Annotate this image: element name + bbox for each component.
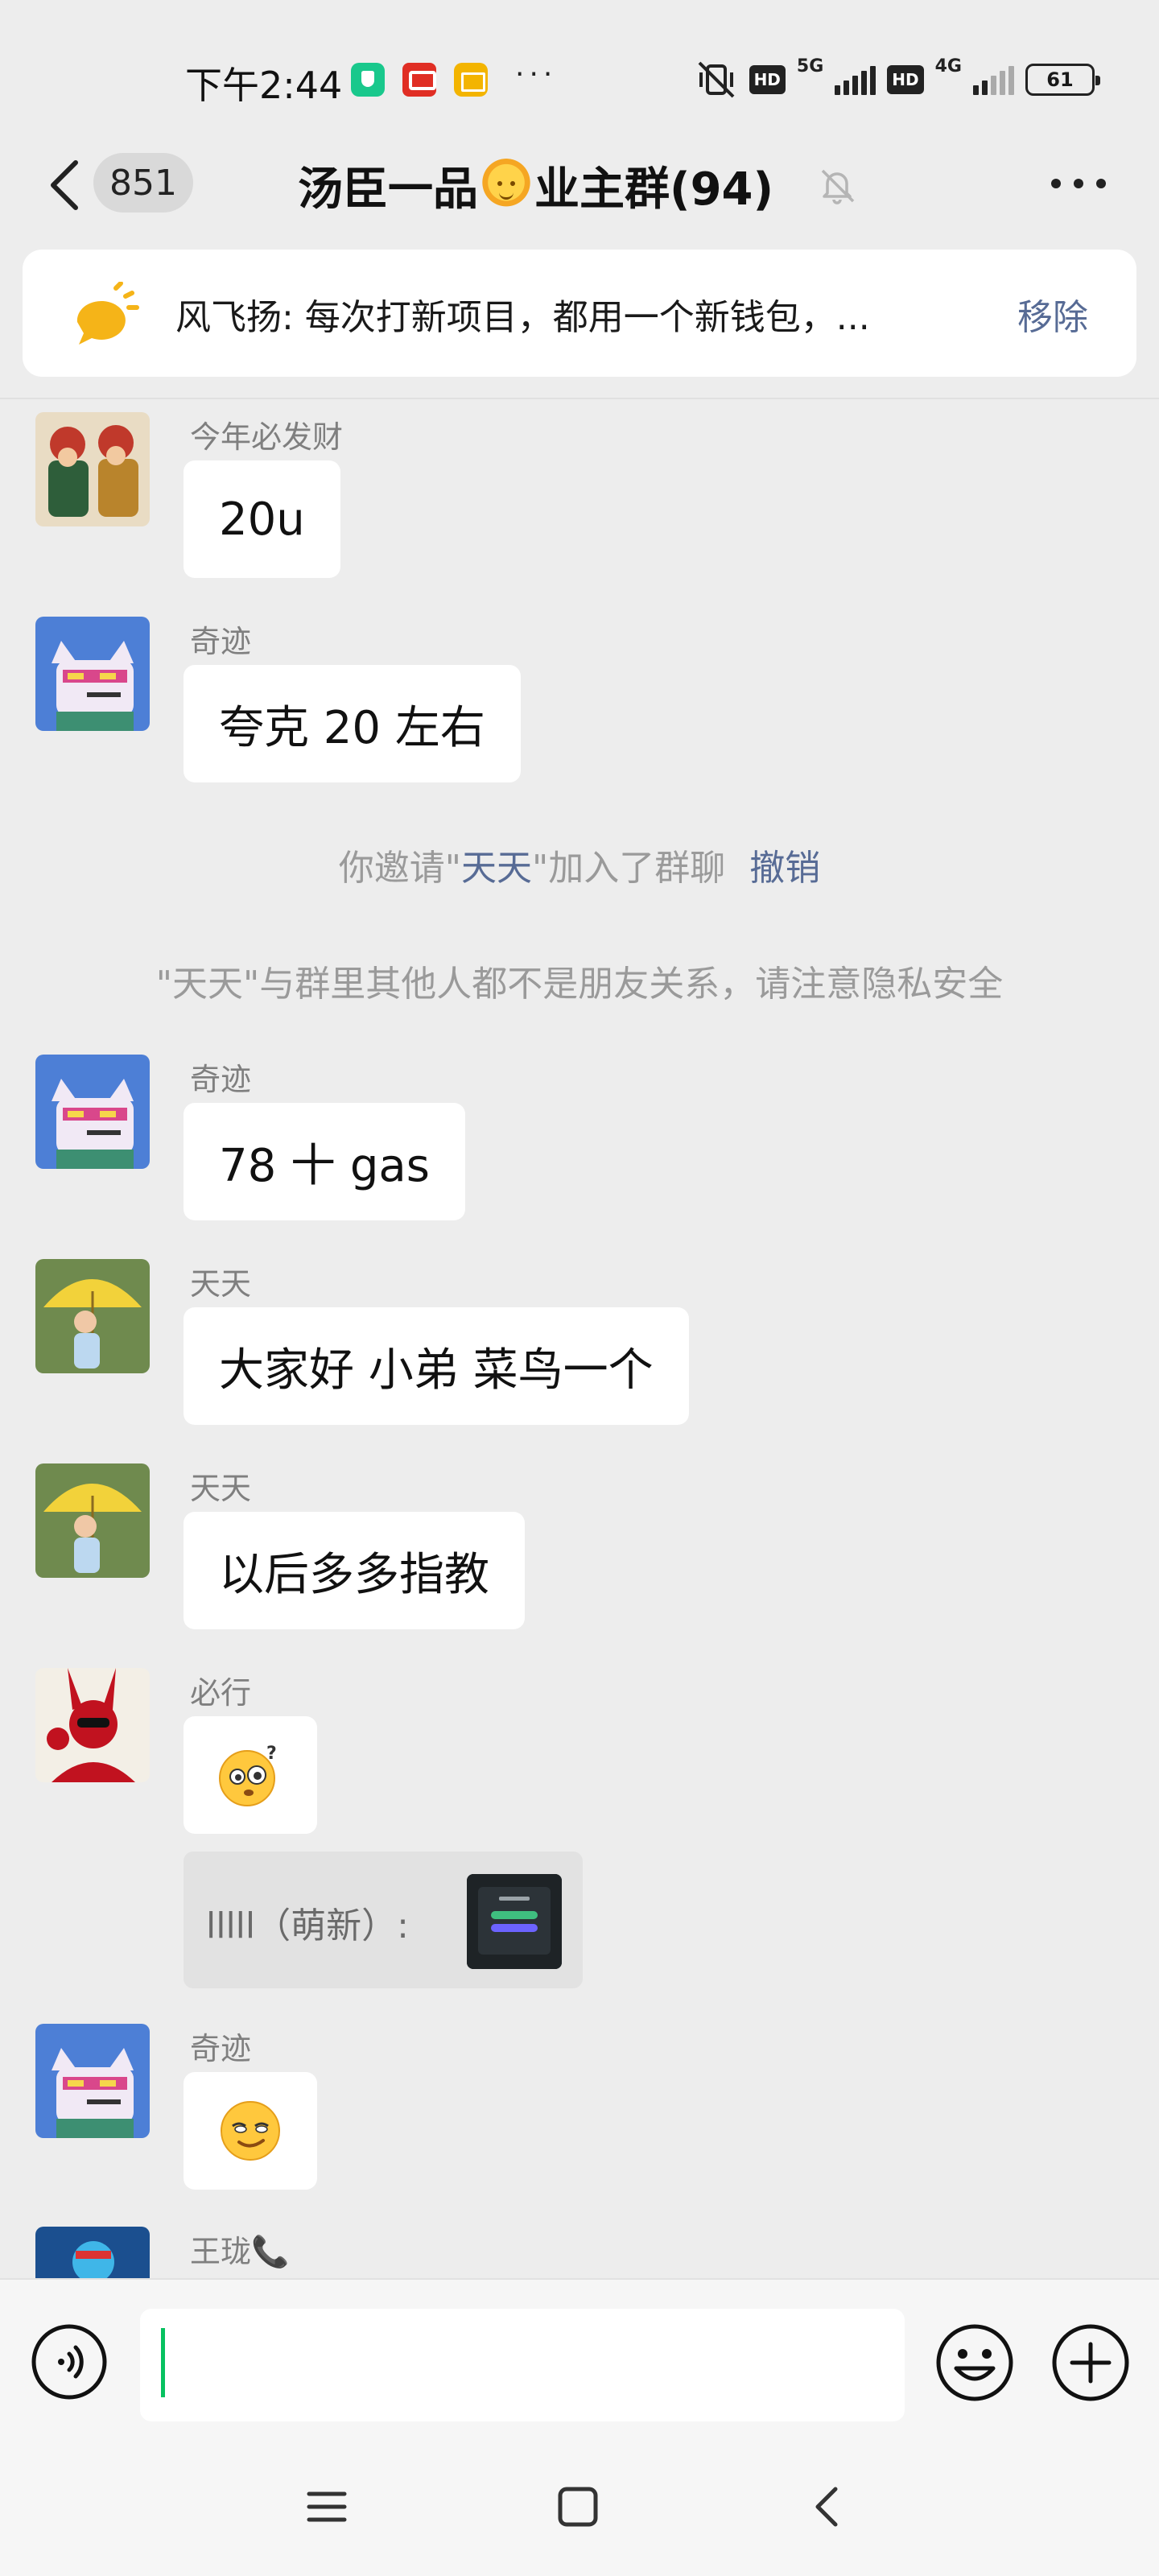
quoted-message-card[interactable]: lllll（萌新）:	[184, 1852, 583, 1988]
more-options-icon[interactable]	[1046, 167, 1111, 200]
privacy-notice: "天天"与群里其他人都不是朋友关系，请注意隐私安全	[155, 964, 1004, 1005]
avatar-umbrella-girl[interactable]	[35, 1259, 150, 1373]
mail-app-icon	[454, 63, 488, 97]
sender-name: 今年必发财	[190, 419, 344, 455]
status-time: 下午2:44	[185, 64, 343, 107]
message-text-field[interactable]	[140, 2309, 905, 2421]
message-bubble[interactable]: 大家好 小弟 菜鸟一个	[184, 1307, 689, 1425]
message-bubble[interactable]: 20u	[184, 460, 340, 578]
message-row: 王珑📞	[0, 2227, 1159, 2278]
hd-badge: HD	[749, 65, 786, 94]
sender-name: 必行	[190, 1675, 252, 1711]
chat-title[interactable]: 汤臣一品 业主群(94)	[298, 153, 773, 217]
avatar-pixel-cat[interactable]	[35, 1055, 150, 1169]
voice-input-icon[interactable]	[31, 2323, 108, 2401]
message-bubble[interactable]: 78 十 gas	[184, 1103, 465, 1220]
recent-apps-menu-icon[interactable]	[304, 2484, 349, 2529]
invited-member-link[interactable]: 天天	[461, 848, 532, 889]
message-bubble[interactable]: 夸克 20 左右	[184, 665, 521, 782]
sender-name: 奇迹	[190, 624, 252, 659]
back-icon[interactable]	[40, 153, 89, 217]
hd-badge-2: HD	[887, 65, 924, 94]
chat-title-part1: 汤臣一品	[298, 163, 478, 216]
chat-header: 851 汤臣一品 业主群(94)	[0, 145, 1159, 242]
battery-icon: 61	[1025, 64, 1100, 96]
avatar-umbrella-girl[interactable]	[35, 1463, 150, 1578]
sender-name: 王珑📞	[190, 2234, 290, 2269]
pinned-message-text: 风飞扬: 每次打新项目，都用一个新钱包，...	[175, 297, 870, 338]
text-cursor	[161, 2328, 165, 2397]
chat-title-part2: 业主群(94)	[534, 163, 774, 216]
battery-level: 61	[1046, 68, 1074, 91]
sender-name: 天天	[190, 1266, 252, 1302]
system-navigation-bar	[0, 2447, 1159, 2576]
pinned-message-banner[interactable]: 风飞扬: 每次打新项目，都用一个新钱包，... 移除	[23, 250, 1136, 377]
message-bubble[interactable]: ?	[184, 1716, 317, 1834]
remove-pinned-button[interactable]: 移除	[1017, 288, 1088, 340]
network-4g-label: 4G	[934, 56, 962, 76]
avatar-red-rabbit[interactable]	[35, 1668, 150, 1782]
sender-name: 奇迹	[190, 2031, 252, 2066]
muted-bell-icon	[821, 169, 855, 204]
signal-icon-2	[973, 64, 1014, 95]
avatar-blue-cartoon[interactable]	[35, 2227, 150, 2278]
avatar-pixel-cat[interactable]	[35, 617, 150, 731]
security-app-icon	[351, 63, 385, 97]
svg-text:?: ?	[266, 1744, 277, 1764]
signal-icon	[835, 64, 876, 95]
message-input-bar	[0, 2278, 1159, 2447]
invite-suffix: "加入了群聊	[532, 848, 726, 889]
header-divider	[0, 398, 1159, 399]
shopping-app-icon	[402, 63, 436, 97]
quoted-sender: lllll（萌新）:	[206, 1905, 409, 1946]
smirk-emoji-icon	[221, 2101, 280, 2161]
more-functions-plus-icon[interactable]	[1051, 2323, 1130, 2402]
sender-name: 天天	[190, 1471, 252, 1506]
message-bubble[interactable]	[184, 2072, 317, 2190]
invite-prefix: 你邀请"	[338, 848, 461, 889]
emoji-picker-icon[interactable]	[935, 2323, 1014, 2402]
system-back-icon[interactable]	[805, 2483, 850, 2531]
quoted-image-thumbnail[interactable]	[467, 1874, 562, 1969]
system-invite-notice: 你邀请"天天"加入了群聊 撤销	[0, 839, 1159, 890]
more-notifications-icon: ···	[515, 58, 558, 91]
home-square-icon[interactable]	[555, 2484, 600, 2529]
unread-count-badge[interactable]: 851	[93, 153, 193, 213]
network-5g-label: 5G	[796, 56, 824, 76]
avatar-fortune-gods[interactable]	[35, 412, 150, 526]
confused-emoji-icon: ?	[219, 1744, 277, 1806]
sun-face-icon	[480, 159, 533, 212]
status-bar: 下午2:44 ··· HD 5G HD 4G 61	[0, 0, 1159, 145]
pinned-bubble-icon	[76, 282, 139, 345]
vibrate-mute-icon	[698, 61, 734, 98]
message-bubble[interactable]: 以后多多指教	[184, 1512, 525, 1629]
status-indicators: HD 5G HD 4G 61	[695, 56, 1100, 100]
avatar-pixel-cat[interactable]	[35, 2024, 150, 2138]
sender-name: 奇迹	[190, 1062, 252, 1097]
undo-invite-link[interactable]: 撤销	[749, 848, 820, 889]
